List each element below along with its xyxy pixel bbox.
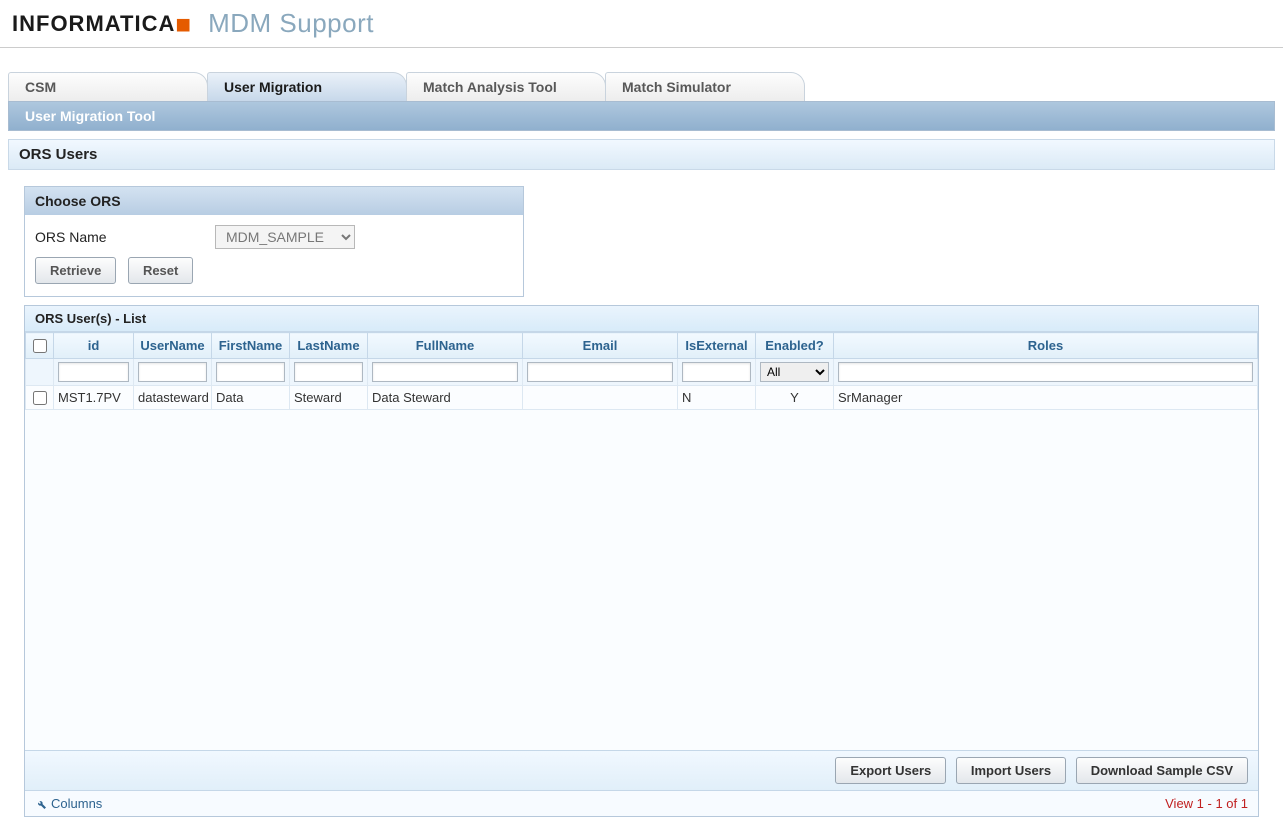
export-users-button[interactable]: Export Users xyxy=(835,757,946,784)
wrench-icon xyxy=(35,798,47,810)
sub-toolbar: User Migration Tool xyxy=(8,101,1275,131)
cell-isexternal: N xyxy=(678,386,756,410)
ors-name-select[interactable]: MDM_SAMPLE xyxy=(215,225,355,249)
choose-ors-panel: Choose ORS ORS Name MDM_SAMPLE Retrieve … xyxy=(24,186,524,297)
view-count: View 1 - 1 of 1 xyxy=(1165,796,1248,811)
ors-users-list-panel: ORS User(s) - List id UserName FirstName… xyxy=(24,305,1259,817)
table-row[interactable]: MST1.7PV datasteward Data Steward Data S… xyxy=(26,386,1258,410)
ors-users-table: id UserName FirstName LastName FullName … xyxy=(25,332,1258,410)
tab-match-analysis[interactable]: Match Analysis Tool xyxy=(406,72,606,101)
filter-id[interactable] xyxy=(58,362,129,382)
filter-roles[interactable] xyxy=(838,362,1253,382)
main-tabbar: CSM User Migration Match Analysis Tool M… xyxy=(8,72,1283,101)
cell-username: datasteward xyxy=(134,386,212,410)
app-title: MDM Support xyxy=(208,8,374,39)
table-filter-row: All xyxy=(26,359,1258,386)
download-sample-csv-button[interactable]: Download Sample CSV xyxy=(1076,757,1248,784)
tab-match-simulator[interactable]: Match Simulator xyxy=(605,72,805,101)
col-header-enabled[interactable]: Enabled? xyxy=(756,333,834,359)
table-header-row: id UserName FirstName LastName FullName … xyxy=(26,333,1258,359)
col-header-isexternal[interactable]: IsExternal xyxy=(678,333,756,359)
col-header-email[interactable]: Email xyxy=(523,333,678,359)
retrieve-button[interactable]: Retrieve xyxy=(35,257,116,284)
row-checkbox[interactable] xyxy=(33,391,47,405)
table-empty-space xyxy=(25,410,1258,750)
filter-fullname[interactable] xyxy=(372,362,518,382)
ors-name-label: ORS Name xyxy=(35,229,215,245)
tab-csm[interactable]: CSM xyxy=(8,72,208,101)
import-users-button[interactable]: Import Users xyxy=(956,757,1066,784)
ors-users-list-header: ORS User(s) - List xyxy=(25,306,1258,332)
filter-enabled[interactable]: All xyxy=(760,362,829,382)
app-header: INFORMATICA■ MDM Support xyxy=(0,0,1283,48)
cell-lastname: Steward xyxy=(290,386,368,410)
select-all-checkbox[interactable] xyxy=(33,339,47,353)
cell-email xyxy=(523,386,678,410)
section-ors-users: ORS Users xyxy=(8,139,1275,170)
choose-ors-header: Choose ORS xyxy=(25,187,523,215)
action-bar: Export Users Import Users Download Sampl… xyxy=(25,750,1258,790)
tab-user-migration[interactable]: User Migration xyxy=(207,72,407,101)
cell-id: MST1.7PV xyxy=(54,386,134,410)
col-header-fullname[interactable]: FullName xyxy=(368,333,523,359)
filter-isexternal[interactable] xyxy=(682,362,751,382)
col-header-id[interactable]: id xyxy=(54,333,134,359)
filter-lastname[interactable] xyxy=(294,362,363,382)
cell-enabled: Y xyxy=(756,386,834,410)
cell-fullname: Data Steward xyxy=(368,386,523,410)
cell-roles: SrManager xyxy=(834,386,1258,410)
col-header-username[interactable]: UserName xyxy=(134,333,212,359)
col-header-checkbox[interactable] xyxy=(26,333,54,359)
informatica-logo: INFORMATICA■ xyxy=(12,11,192,37)
filter-username[interactable] xyxy=(138,362,207,382)
col-header-lastname[interactable]: LastName xyxy=(290,333,368,359)
cell-firstname: Data xyxy=(212,386,290,410)
col-header-roles[interactable]: Roles xyxy=(834,333,1258,359)
table-footer: Columns View 1 - 1 of 1 xyxy=(25,790,1258,816)
columns-link[interactable]: Columns xyxy=(35,796,102,811)
col-header-firstname[interactable]: FirstName xyxy=(212,333,290,359)
reset-button[interactable]: Reset xyxy=(128,257,193,284)
filter-firstname[interactable] xyxy=(216,362,285,382)
filter-email[interactable] xyxy=(527,362,673,382)
